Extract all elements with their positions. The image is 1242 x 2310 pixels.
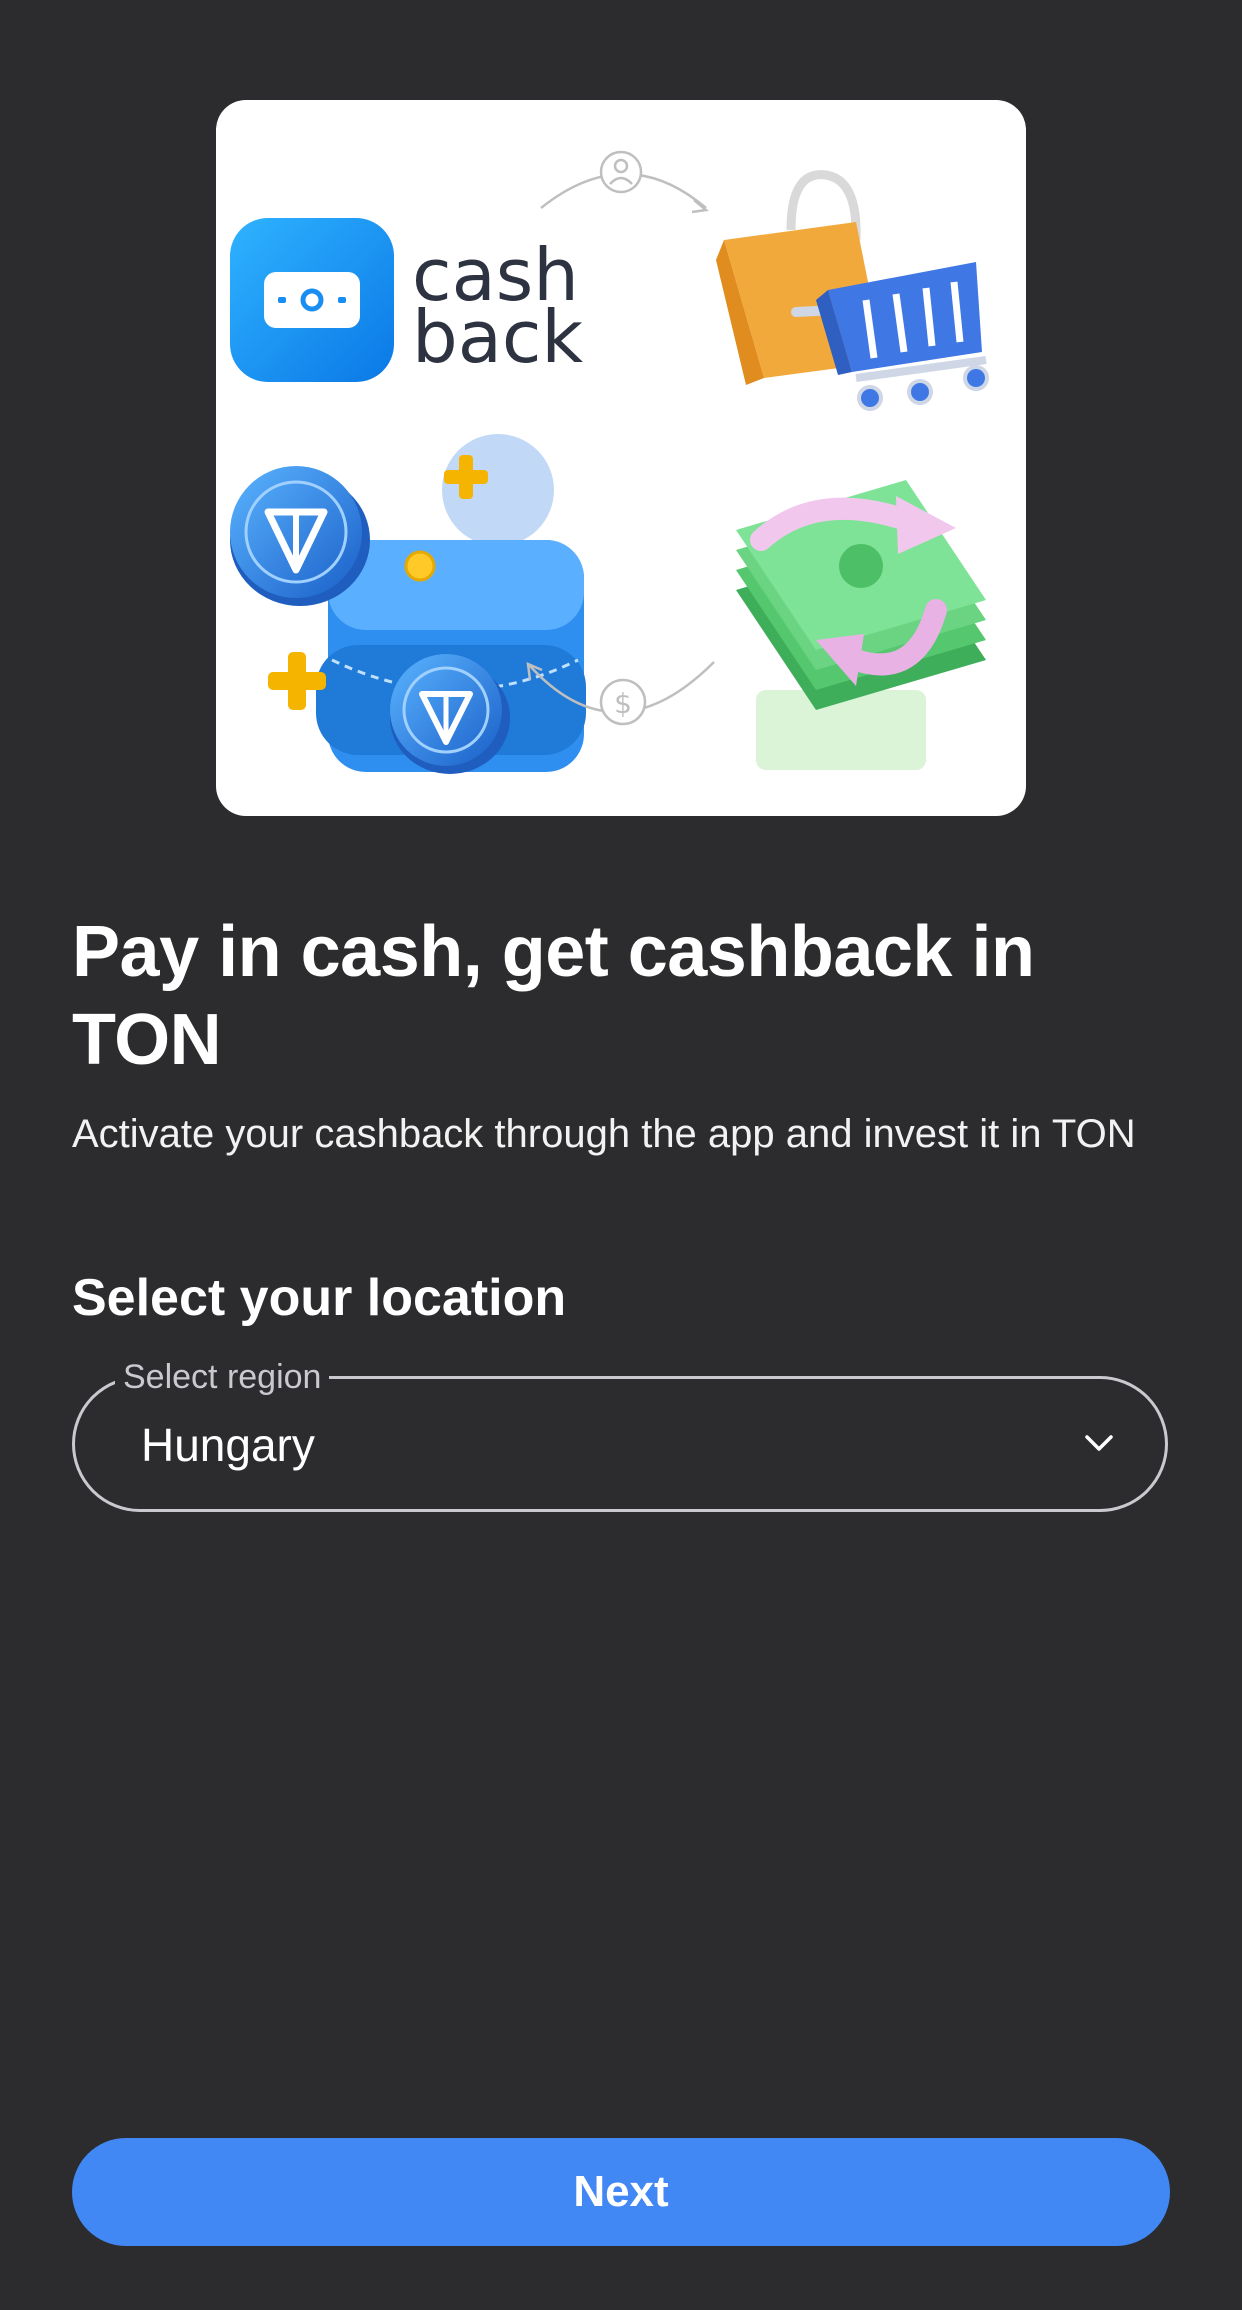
chevron-down-icon [1085,1435,1113,1451]
page-subtitle: Activate your cashback through the app a… [72,1112,1136,1156]
svg-text:$: $ [614,687,632,720]
logo-text-back: back [412,295,583,379]
ton-coin-icon [230,466,370,606]
dollar-icon: $ [599,678,647,726]
region-select-value: Hungary [141,1419,315,1471]
region-select[interactable]: Select region Hungary [72,1355,1168,1512]
region-select-label: Select region [115,1355,330,1399]
page-title: Pay in cash, get cashback in TON [72,912,1035,1080]
hero-illustration: cash back $ [216,100,1026,816]
cashback-logo-icon [230,218,394,382]
blurred-coin-icon [442,434,554,546]
next-button[interactable]: Next [72,2138,1170,2246]
location-section-title: Select your location [72,1269,567,1327]
user-icon [599,150,643,194]
